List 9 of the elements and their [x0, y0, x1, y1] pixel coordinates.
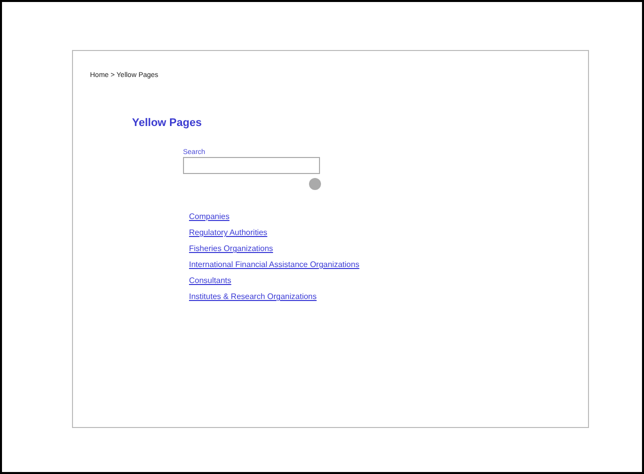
page-title: Yellow Pages	[132, 117, 202, 129]
category-link[interactable]: Companies	[189, 212, 230, 221]
search-button[interactable]	[309, 178, 321, 190]
category-link[interactable]: Consultants	[189, 276, 232, 285]
category-link[interactable]: Fisheries Organizations	[189, 244, 274, 253]
category-link[interactable]: Institutes & Research Organizations	[189, 292, 317, 301]
category-link[interactable]: International Financial Assistance Organizations	[189, 260, 360, 269]
category-link[interactable]: Regulatory Authorities	[189, 228, 268, 237]
search-field[interactable]	[183, 157, 320, 174]
